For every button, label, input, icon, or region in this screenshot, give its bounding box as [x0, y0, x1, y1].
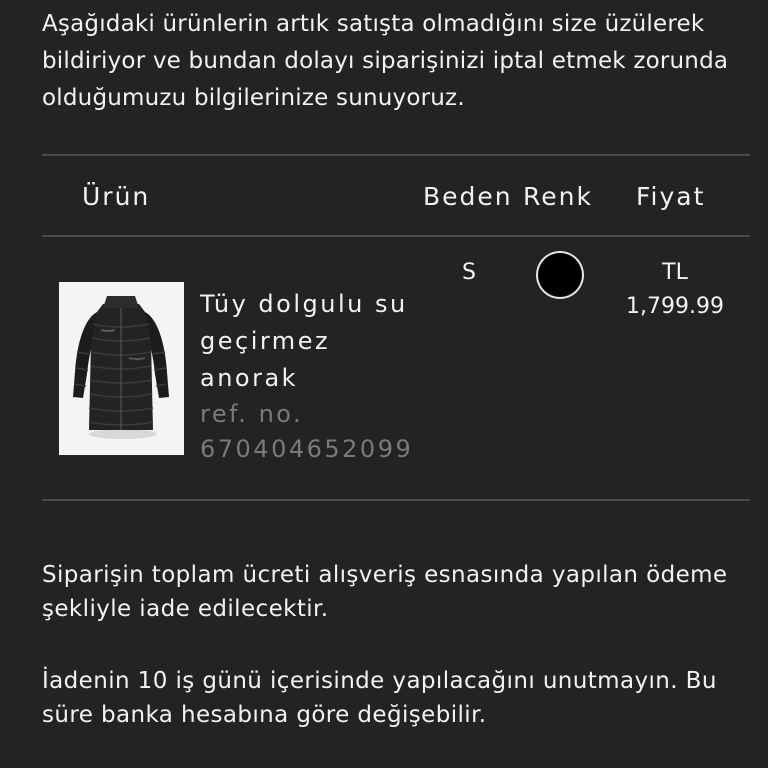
color-column-header: Renk — [523, 182, 593, 211]
product-image[interactable] — [59, 282, 184, 455]
black-puffer-coat-image — [59, 282, 184, 455]
refund-info-text: Siparişin toplam ücreti alışveriş esnası… — [42, 562, 728, 622]
product-column-header: Ürün — [82, 182, 151, 211]
product-ref: ref. no. 670404652099 — [200, 397, 430, 467]
price-currency: TL — [662, 260, 688, 285]
intro-message: Aşağıdaki ürünlerin artık satışta olmadı… — [42, 11, 729, 111]
cancellation-notice-page: Aşağıdaki ürünlerin artık satışta olmadı… — [0, 0, 768, 768]
product-name[interactable]: Tüy dolgulu su geçirmez anorak — [200, 286, 430, 397]
price-column-header: Fiyat — [636, 182, 706, 211]
price-amount: 1,799.99 — [626, 294, 724, 319]
product-size: S — [462, 260, 476, 285]
size-column-header: Beden — [423, 182, 513, 211]
refund-period-notice: İadenin 10 iş günü içerisinde yapılacağı… — [42, 668, 717, 728]
color-swatch — [538, 253, 582, 297]
ref-label: ref. no. — [200, 400, 304, 428]
table-bottom-divider — [42, 499, 750, 501]
product-price: TL 1,799.99 — [600, 256, 750, 324]
ref-number: 670404652099 — [200, 435, 414, 463]
table-top-divider — [42, 154, 750, 156]
table-header-divider — [42, 235, 750, 237]
